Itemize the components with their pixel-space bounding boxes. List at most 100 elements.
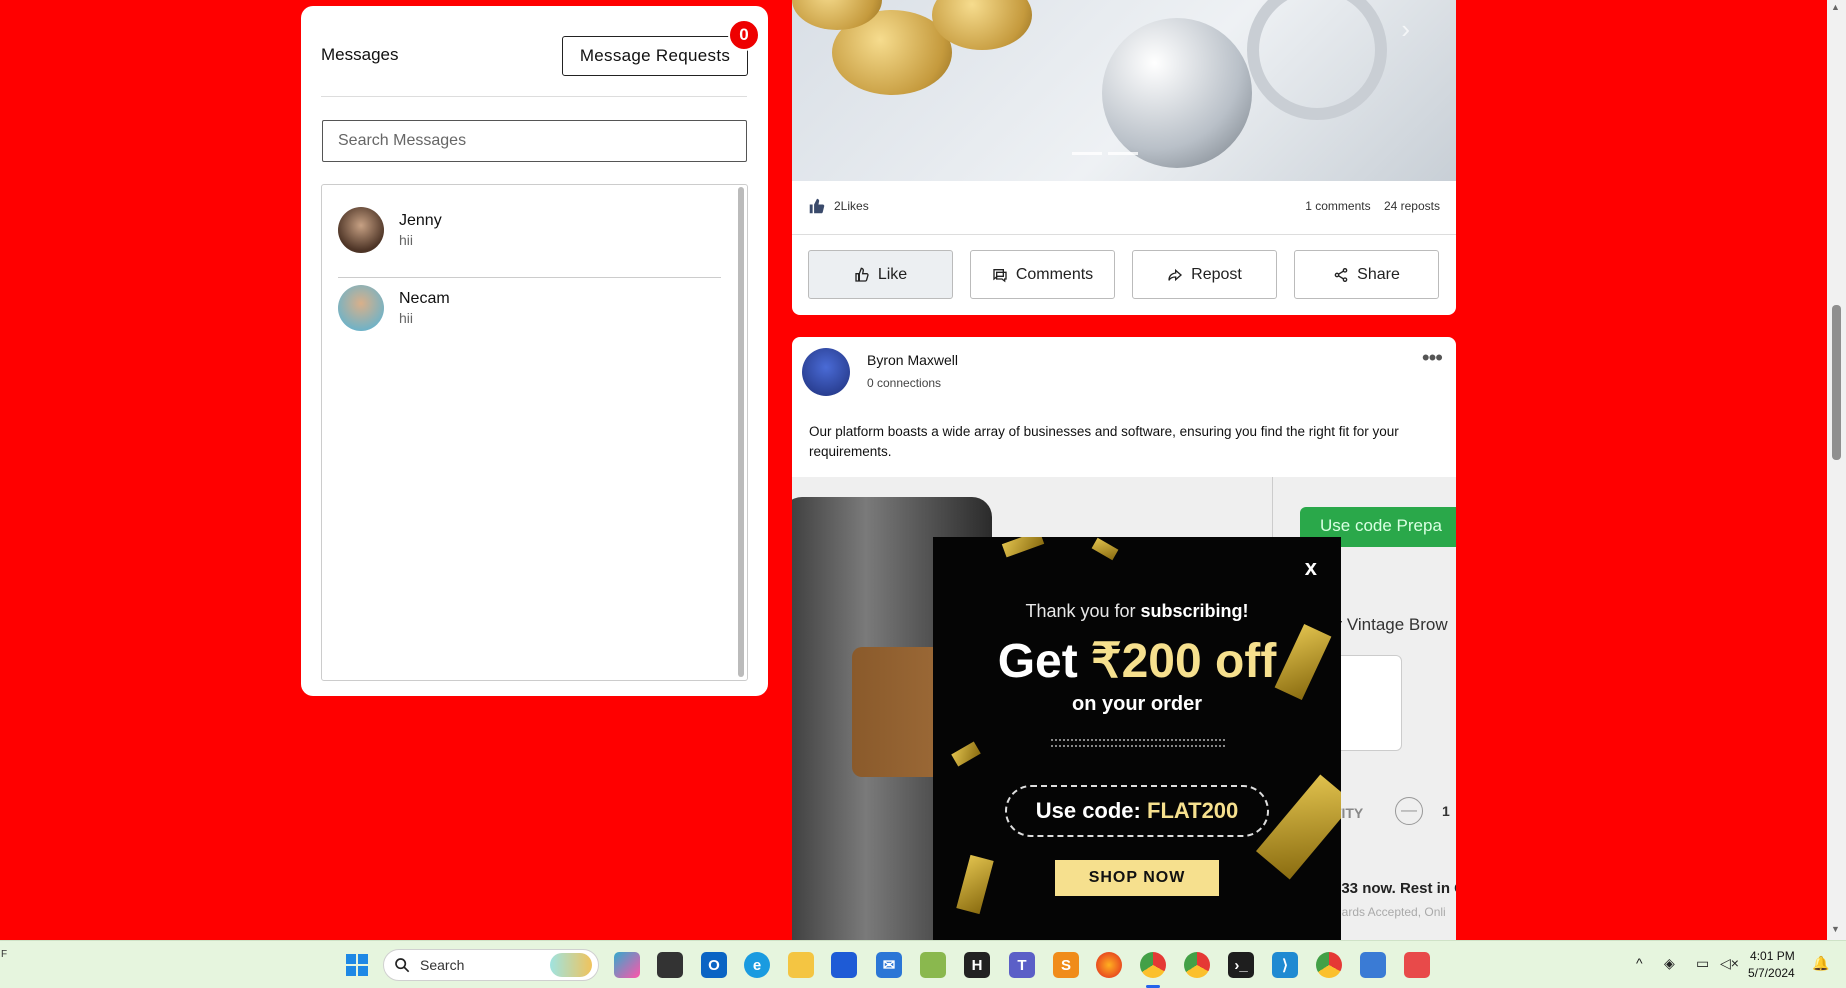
- author-avatar[interactable]: [802, 348, 850, 396]
- conversation-snippet: hii: [399, 310, 414, 326]
- confetti-decoration: [956, 854, 994, 915]
- messages-title: Messages: [321, 45, 399, 64]
- search-highlight-icon: [550, 953, 592, 977]
- snipping-tool-icon[interactable]: [1404, 952, 1430, 978]
- post-stats: 1 comments 24 reposts: [1295, 199, 1440, 213]
- more-options-icon[interactable]: •••: [1422, 345, 1443, 371]
- taskbar-search[interactable]: Search: [383, 949, 599, 981]
- popup-offer: Get ₹200 off: [997, 635, 1277, 688]
- app-icon[interactable]: [920, 952, 946, 978]
- author-name[interactable]: Byron Maxwell: [867, 352, 958, 368]
- globe-keychain-image: [1102, 18, 1252, 168]
- page-scroll-thumb[interactable]: [1832, 305, 1841, 460]
- comments-label: Comments: [1015, 265, 1094, 283]
- network-icon[interactable]: ▭: [1696, 955, 1709, 972]
- page-scrollbar[interactable]: ▲ ▼: [1827, 0, 1846, 940]
- thumbs-up-icon: [809, 198, 825, 214]
- conversation-item-jenny[interactable]: Jenny hii: [338, 195, 722, 265]
- volume-muted-icon[interactable]: ◁×: [1720, 955, 1739, 972]
- file-explorer-icon[interactable]: [788, 952, 814, 978]
- conversation-name: Jenny: [399, 212, 442, 229]
- conversation-name: Necam: [399, 290, 450, 307]
- search-messages-input[interactable]: [322, 120, 747, 162]
- message-requests-button[interactable]: Message Requests: [562, 36, 748, 76]
- comments-button[interactable]: Comments: [970, 250, 1115, 299]
- h-app-icon[interactable]: H: [964, 952, 990, 978]
- share-button[interactable]: Share: [1294, 250, 1439, 299]
- clock[interactable]: 4:01 PM 5/7/2024: [1748, 948, 1795, 982]
- popup-thanks: Thank you for subscribing!: [1025, 601, 1249, 621]
- search-icon: [395, 958, 410, 973]
- likes-count[interactable]: 2Likes: [808, 198, 869, 214]
- emi-text: 933 now. Rest in C: [1333, 880, 1456, 897]
- shop-now-button[interactable]: SHOP NOW: [1055, 860, 1219, 896]
- share-icon: [1334, 267, 1348, 282]
- sublime-icon[interactable]: S: [1053, 952, 1079, 978]
- quantity-value: 1: [1442, 803, 1450, 819]
- product-title: ur Vintage Brow: [1327, 615, 1448, 634]
- avatar: [338, 207, 384, 253]
- teams-icon[interactable]: T: [1009, 952, 1035, 978]
- keyring-image: [1247, 0, 1387, 120]
- date: 5/7/2024: [1748, 966, 1795, 980]
- mail-icon[interactable]: ✉: [876, 952, 902, 978]
- like-button[interactable]: Like: [808, 250, 953, 299]
- task-view-icon[interactable]: [657, 952, 683, 978]
- comment-icon: [993, 268, 1007, 282]
- terminal-icon[interactable]: ›_: [1228, 952, 1254, 978]
- conversation-scrollbar[interactable]: [738, 187, 744, 677]
- chrome-icon[interactable]: [1316, 952, 1342, 978]
- confetti-decoration: [1256, 774, 1341, 880]
- scroll-down-icon[interactable]: ▼: [1831, 924, 1840, 934]
- post-image-carousel[interactable]: ›: [792, 0, 1456, 181]
- repost-icon: [1168, 268, 1183, 281]
- confetti-decoration: [1091, 537, 1119, 561]
- repost-button[interactable]: Repost: [1132, 250, 1277, 299]
- divider: [321, 96, 747, 97]
- post-text: Our platform boasts a wide array of busi…: [809, 424, 1399, 459]
- share-label: Share: [1357, 265, 1400, 283]
- confetti-decoration: [1001, 537, 1045, 558]
- post-card: › 2Likes 1 comments 24 reposts Like Comm…: [792, 0, 1456, 315]
- scroll-up-icon[interactable]: ▲: [1831, 2, 1840, 12]
- tray-app-icon[interactable]: ◈: [1664, 955, 1675, 972]
- confetti-decoration: [951, 741, 981, 767]
- likes-label: 2Likes: [834, 199, 869, 213]
- avatar: [338, 285, 384, 331]
- close-icon[interactable]: x: [1305, 555, 1317, 581]
- reposts-count[interactable]: 24 reposts: [1384, 199, 1440, 213]
- chevron-right-icon[interactable]: ›: [1401, 14, 1410, 45]
- time: 4:01 PM: [1750, 949, 1795, 963]
- repost-label: Repost: [1191, 265, 1242, 283]
- divider: [792, 234, 1456, 235]
- author-connections: 0 connections: [867, 376, 942, 390]
- conversation-item-necam[interactable]: Necam hii: [338, 273, 722, 343]
- notification-bell-icon[interactable]: 🔔: [1812, 955, 1829, 972]
- copilot-icon[interactable]: [614, 952, 640, 978]
- taskbar-edge-text: F: [1, 949, 8, 960]
- quantity-minus-icon: —: [1395, 797, 1423, 825]
- firefox-icon[interactable]: [1096, 952, 1122, 978]
- conversation-snippet: hii: [399, 232, 414, 248]
- like-label: Like: [877, 265, 908, 283]
- conversation-list: Jenny hii Necam hii: [321, 184, 748, 681]
- chevron-up-icon[interactable]: ^: [1636, 955, 1643, 971]
- store-icon[interactable]: [831, 952, 857, 978]
- popup-order: on your order: [1071, 693, 1202, 715]
- subscribe-popup: x Thank you for subscribing! Get ₹200 of…: [933, 537, 1341, 942]
- coupon-code[interactable]: Use code: FLAT200: [1005, 785, 1269, 837]
- notepad-icon[interactable]: [1360, 952, 1386, 978]
- messages-panel: Messages Message Requests 0 Jenny hii Ne…: [301, 6, 768, 696]
- outlook-icon[interactable]: O: [701, 952, 727, 978]
- comments-count[interactable]: 1 comments: [1305, 199, 1370, 213]
- carousel-indicator[interactable]: [1072, 152, 1138, 155]
- vscode-icon[interactable]: ⟩: [1272, 952, 1298, 978]
- chrome-icon[interactable]: [1140, 952, 1166, 978]
- message-requests-badge: 0: [728, 19, 760, 51]
- cards-text: Cards Accepted, Onli: [1333, 905, 1446, 919]
- taskbar: F Search O e ✉ H T S ›_ ⟩ ^ ◈ ▭ ◁× 4:01 …: [0, 940, 1846, 988]
- thumbs-up-icon: [855, 267, 869, 282]
- chrome-icon[interactable]: [1184, 952, 1210, 978]
- edge-icon[interactable]: e: [744, 952, 770, 978]
- windows-start-icon[interactable]: [344, 952, 370, 978]
